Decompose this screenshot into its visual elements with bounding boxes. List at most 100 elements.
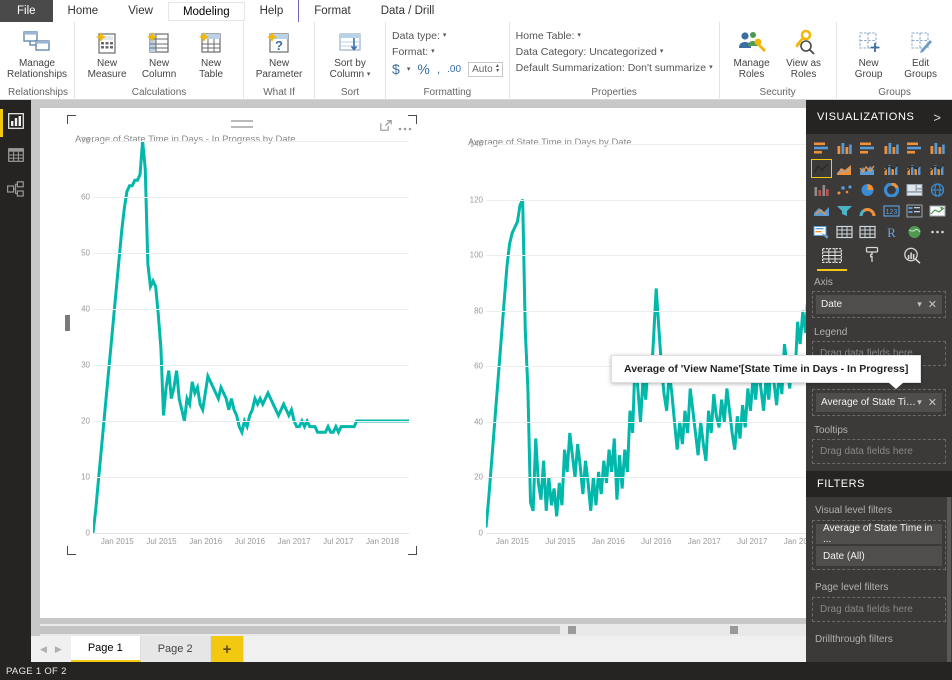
filter-chip[interactable]: Average of State Time in ... bbox=[816, 523, 942, 545]
visual-type-gallery[interactable]: 123 R bbox=[806, 134, 952, 244]
currency-format-button[interactable]: $ bbox=[392, 61, 400, 77]
visual-type-multi-row-card[interactable] bbox=[904, 201, 925, 220]
visual-type-area-chart[interactable] bbox=[834, 159, 855, 178]
decimal-places-button[interactable]: .00 bbox=[447, 64, 461, 75]
filter-chip[interactable]: Date (All) bbox=[816, 546, 942, 566]
data-category-dropdown[interactable]: Data Category: Uncategorized ▾ bbox=[516, 44, 664, 60]
visual-type-line-clustered-column-chart[interactable] bbox=[904, 159, 925, 178]
field-chip[interactable]: Average of State Time in ▾✕ bbox=[816, 393, 942, 412]
visual-type-line-stacked-column-chart[interactable] bbox=[880, 159, 901, 178]
tab-analytics[interactable] bbox=[892, 244, 932, 271]
sidebar-item-data-view[interactable] bbox=[0, 140, 31, 174]
tab-fields[interactable] bbox=[812, 244, 852, 271]
new-parameter-button[interactable]: ? New Parameter bbox=[250, 25, 308, 80]
data-type-dropdown[interactable]: Data type: ▾ bbox=[392, 28, 446, 44]
ribbon-tab-help[interactable]: Help bbox=[245, 0, 299, 22]
filters-pane-body: Visual level filters Average of State Tim… bbox=[806, 497, 952, 680]
tab-format[interactable] bbox=[852, 244, 892, 271]
filter-dropzone[interactable]: Drag data fields here bbox=[812, 597, 946, 622]
gridline bbox=[486, 310, 829, 312]
visual-type-slicer[interactable] bbox=[811, 222, 832, 241]
manage-relationships-button[interactable]: Manage Relationships bbox=[7, 25, 67, 80]
new-table-button[interactable]: New Table bbox=[185, 25, 237, 80]
add-page-button[interactable]: + bbox=[210, 636, 245, 662]
visual-type-ribbon-chart[interactable] bbox=[927, 159, 948, 178]
percent-format-button[interactable]: % bbox=[417, 61, 429, 77]
well-dropzone-axis[interactable]: Date ▾ ✕ bbox=[812, 291, 946, 318]
thousands-separator-button[interactable]: , bbox=[437, 62, 440, 76]
x-tick-label: Jul 2017 bbox=[737, 537, 768, 546]
visual-type-matrix[interactable] bbox=[857, 222, 878, 241]
sidebar-item-report-view[interactable] bbox=[0, 106, 31, 140]
visual-type-table[interactable] bbox=[834, 222, 855, 241]
currency-dropdown-icon[interactable]: ▾ bbox=[407, 65, 411, 73]
visual-type-card[interactable]: 123 bbox=[880, 201, 901, 220]
visual-type-clustered-bar-chart[interactable] bbox=[857, 138, 878, 157]
visual-type-more-visuals[interactable] bbox=[927, 222, 948, 241]
visual-type-stacked-column-chart[interactable] bbox=[834, 138, 855, 157]
visual-type-pie-chart[interactable] bbox=[857, 180, 878, 199]
visual-type-gauge[interactable] bbox=[857, 201, 878, 220]
decimal-auto-field[interactable]: Auto ▴ ▾ bbox=[468, 61, 503, 77]
visual-type-treemap[interactable] bbox=[904, 180, 925, 199]
ribbon-tab-format[interactable]: Format bbox=[299, 0, 365, 22]
visual-type-stacked-bar-chart[interactable] bbox=[811, 138, 832, 157]
ribbon-tab-home[interactable]: Home bbox=[53, 0, 114, 22]
well-dropzone-tooltips[interactable]: Drag data fields here bbox=[812, 439, 946, 464]
ribbon-tab-data-drill[interactable]: Data / Drill bbox=[366, 0, 450, 22]
collapse-pane-icon[interactable]: > bbox=[933, 110, 941, 125]
visual-type-arcgis-map[interactable] bbox=[904, 222, 925, 241]
chevron-down-icon[interactable]: ▾ bbox=[917, 397, 922, 408]
visual-line-chart-in-progress[interactable]: Average of State Time in Days - In Progr… bbox=[65, 115, 417, 555]
sort-by-column-button[interactable]: Sort by Column ▾ bbox=[321, 25, 379, 80]
page-tab-page-1[interactable]: Page 1 bbox=[70, 636, 141, 662]
edit-groups-button[interactable]: Edit Groups bbox=[895, 25, 947, 80]
visual-type-kpi[interactable] bbox=[927, 201, 948, 220]
field-chip[interactable]: Date ▾ ✕ bbox=[816, 295, 942, 314]
new-group-button[interactable]: New Group bbox=[843, 25, 895, 80]
well-dropzone-values[interactable]: Average of State Time in ▾✕ bbox=[812, 389, 946, 416]
view-as-roles-button[interactable]: View as Roles bbox=[778, 25, 830, 80]
visual-type-clustered-column-chart[interactable] bbox=[880, 138, 901, 157]
visual-type-100-stacked-column-chart[interactable] bbox=[927, 138, 948, 157]
more-options-icon[interactable] bbox=[398, 118, 412, 136]
visual-line-chart-state-time[interactable]: Average of State Time in Days by Date 14… bbox=[460, 118, 837, 555]
manage-roles-button[interactable]: Manage Roles bbox=[726, 25, 778, 80]
ribbon-tab-view[interactable]: View bbox=[113, 0, 168, 22]
ribbon-tab-modeling[interactable]: Modeling bbox=[167, 0, 245, 22]
drag-handle-icon[interactable] bbox=[231, 120, 253, 128]
filter-dropzone[interactable]: Average of State Time in ... Date (All) bbox=[812, 520, 946, 570]
sidebar-item-model-view[interactable] bbox=[0, 174, 31, 208]
chevron-right-icon[interactable]: ▶ bbox=[55, 644, 62, 655]
visual-type-r-script-visual[interactable]: R bbox=[880, 222, 901, 241]
visual-type-line-chart[interactable] bbox=[811, 159, 833, 178]
visual-type-scatter-chart[interactable] bbox=[834, 180, 855, 199]
remove-field-icon[interactable]: ✕ bbox=[928, 396, 937, 409]
page-tab-page-2[interactable]: Page 2 bbox=[140, 636, 211, 662]
x-tick-label: Jan 2016 bbox=[189, 537, 223, 546]
page-count-status: PAGE 1 OF 2 bbox=[6, 665, 67, 677]
line-series-left bbox=[93, 141, 409, 533]
visual-header-left bbox=[67, 115, 417, 133]
new-column-button[interactable]: New Column bbox=[133, 25, 185, 80]
focus-mode-icon[interactable] bbox=[380, 118, 392, 136]
canvas-scrollbar-thumb[interactable] bbox=[40, 626, 560, 634]
chevron-left-icon[interactable]: ◀ bbox=[40, 644, 47, 655]
format-dropdown[interactable]: Format: ▾ bbox=[392, 44, 435, 60]
home-table-dropdown[interactable]: Home Table: ▾ bbox=[516, 28, 581, 44]
visual-type-waterfall-chart[interactable] bbox=[811, 180, 832, 199]
visual-type-funnel[interactable] bbox=[834, 201, 855, 220]
decimal-spinner-icon[interactable]: ▴ ▾ bbox=[496, 63, 499, 74]
visual-type-stacked-area-chart[interactable] bbox=[857, 159, 878, 178]
ribbon-tab-file[interactable]: File bbox=[0, 0, 53, 22]
visual-type-filled-map[interactable] bbox=[811, 201, 832, 220]
remove-field-icon[interactable]: ✕ bbox=[928, 298, 937, 311]
visual-type-100-stacked-bar-chart[interactable] bbox=[904, 138, 925, 157]
visual-type-map[interactable] bbox=[927, 180, 948, 199]
visual-type-donut-chart[interactable] bbox=[880, 180, 901, 199]
default-summarization-dropdown[interactable]: Default Summarization: Don't summarize ▾ bbox=[516, 60, 713, 76]
x-tick-label: Jan 2015 bbox=[495, 537, 529, 546]
filters-pane-scrollbar[interactable] bbox=[947, 497, 951, 680]
new-measure-button[interactable]: New Measure bbox=[81, 25, 133, 80]
chevron-down-icon[interactable]: ▾ bbox=[917, 299, 922, 310]
